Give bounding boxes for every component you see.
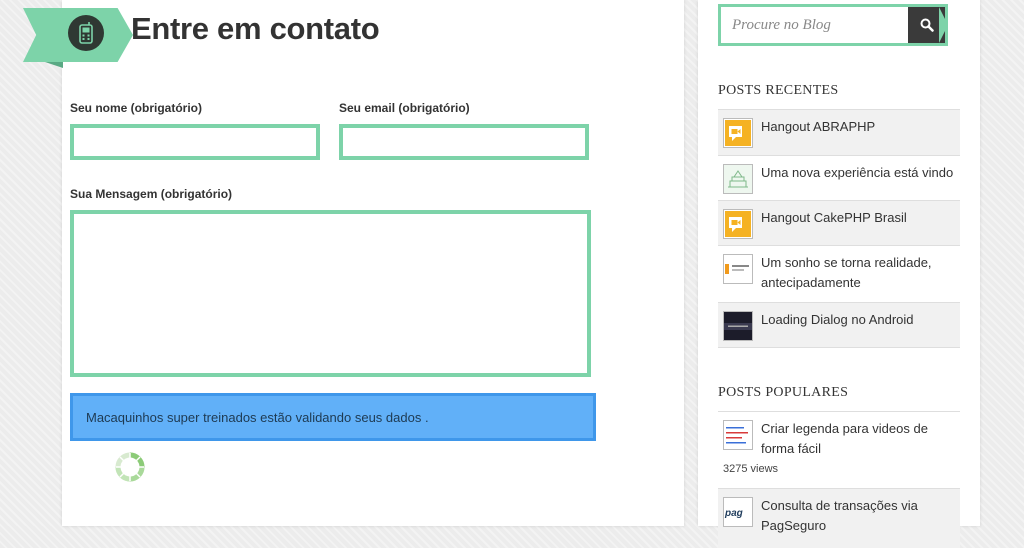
blog-search-box [718, 4, 948, 46]
message-textarea[interactable] [70, 210, 591, 377]
android-dialog-thumbnail [723, 311, 753, 341]
hangout-icon [723, 118, 753, 148]
recent-post-item[interactable]: Um sonho se torna realidade, antecipadam… [718, 245, 960, 302]
recent-post-item[interactable]: Hangout CakePHP Brasil [718, 200, 960, 245]
svg-text:pag: pag [724, 508, 743, 519]
recent-posts-title: POSTS RECENTES [718, 83, 839, 98]
subtitle-code-thumbnail [723, 420, 753, 450]
search-input[interactable] [721, 7, 907, 43]
recent-post-title[interactable]: Um sonho se torna realidade, antecipadam… [761, 253, 954, 293]
name-label: Seu nome (obrigatório) [70, 101, 202, 115]
recent-post-title[interactable]: Hangout ABRAPHP [761, 117, 875, 137]
recent-post-title[interactable]: Loading Dialog no Android [761, 310, 914, 330]
search-icon [920, 18, 934, 32]
ribbon-fold [45, 62, 63, 68]
hangout-icon [723, 209, 753, 239]
loading-spinner-icon [114, 451, 146, 483]
popular-posts-title: POSTS POPULARES [718, 385, 849, 400]
recent-post-item[interactable]: Uma nova experiência está vindo [718, 155, 960, 200]
pagseguro-logo-thumbnail: pag [723, 497, 753, 527]
validation-status-alert: Macaquinhos super treinados estão valida… [70, 393, 596, 441]
popular-post-item[interactable]: pag Consulta de transações via PagSeguro [718, 488, 960, 548]
mobile-phone-icon [68, 15, 104, 51]
email-input[interactable] [339, 124, 589, 160]
recent-post-title[interactable]: Uma nova experiência está vindo [761, 163, 953, 183]
popular-post-views: 3275 views [723, 463, 779, 475]
recent-post-item[interactable]: Hangout ABRAPHP [718, 109, 960, 155]
recent-post-item[interactable]: Loading Dialog no Android [718, 302, 960, 348]
cake-sketch-thumbnail [723, 164, 753, 194]
popular-post-title[interactable]: Consulta de transações via PagSeguro [761, 496, 954, 536]
recent-post-title[interactable]: Hangout CakePHP Brasil [761, 208, 907, 228]
email-label: Seu email (obrigatório) [339, 101, 470, 115]
name-input[interactable] [70, 124, 320, 160]
popular-post-title[interactable]: Criar legenda para videos de forma fácil [761, 419, 954, 459]
book-cover-thumbnail [723, 254, 753, 284]
page-title: Entre em contato [131, 11, 380, 46]
message-label: Sua Mensagem (obrigatório) [70, 187, 233, 201]
validation-status-text: Macaquinhos super treinados estão valida… [86, 409, 429, 425]
popular-post-item[interactable]: Criar legenda para videos de forma fácil… [718, 411, 960, 488]
